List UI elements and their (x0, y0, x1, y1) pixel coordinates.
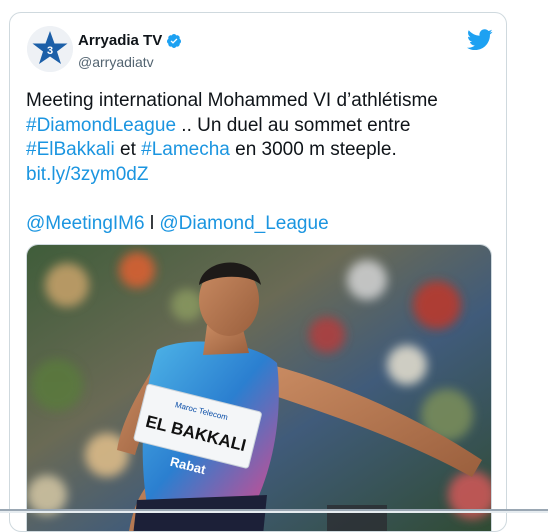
tweet-text-segment: en 3000 m steeple. (229, 139, 397, 160)
svg-text:3: 3 (47, 45, 53, 57)
tweet-text: Meeting international Mohammed VI d’athl… (26, 89, 496, 236)
short-link[interactable]: bit.ly/3zym0dZ (26, 164, 148, 185)
avatar[interactable]: 3 (27, 26, 73, 72)
tweet-card[interactable]: 3 Arryadia TV @arryadiatv Meeting intern… (9, 12, 507, 532)
verified-badge-icon (167, 33, 182, 48)
twitter-bird-icon[interactable] (467, 29, 493, 51)
tweet-line-2: #DiamondLeague .. Un duel au sommet entr… (26, 114, 496, 139)
tweet-text-segment: et (114, 139, 142, 160)
tweet-line-4: bit.ly/3zym0dZ (26, 163, 496, 188)
display-name-text[interactable]: Arryadia TV (78, 32, 162, 49)
hashtag-diamondleague[interactable]: #DiamondLeague (26, 115, 176, 136)
display-name[interactable]: Arryadia TV (78, 32, 182, 49)
hashtag-lamecha[interactable]: #Lamecha (141, 139, 230, 160)
tweet-line-3: #ElBakkali et #Lamecha en 3000 m steeple… (26, 138, 496, 163)
hashtag-elbakkali[interactable]: #ElBakkali (26, 139, 115, 160)
arryadia-logo-icon: 3 (27, 26, 73, 72)
mention-separator: l (144, 212, 160, 234)
mention-meetingim6[interactable]: @MeetingIM6 (26, 213, 145, 234)
handle[interactable]: @arryadiatv (78, 54, 154, 70)
tweet-photo[interactable]: Maroc Telecom EL BAKKALI Rabat (26, 244, 492, 531)
mention-diamond-league[interactable]: @Diamond_League (159, 213, 328, 234)
tweet-line-6: @MeetingIM6 l @Diamond_League (26, 212, 496, 237)
tweet-line-1: Meeting international Mohammed VI d’athl… (26, 90, 438, 111)
horizontal-scrollbar[interactable] (0, 509, 548, 513)
tweet-text-segment: .. Un duel au sommet entre (176, 114, 411, 136)
scrollbar-thumb[interactable] (0, 509, 548, 511)
athlete-photo: Maroc Telecom EL BAKKALI Rabat (27, 245, 491, 531)
